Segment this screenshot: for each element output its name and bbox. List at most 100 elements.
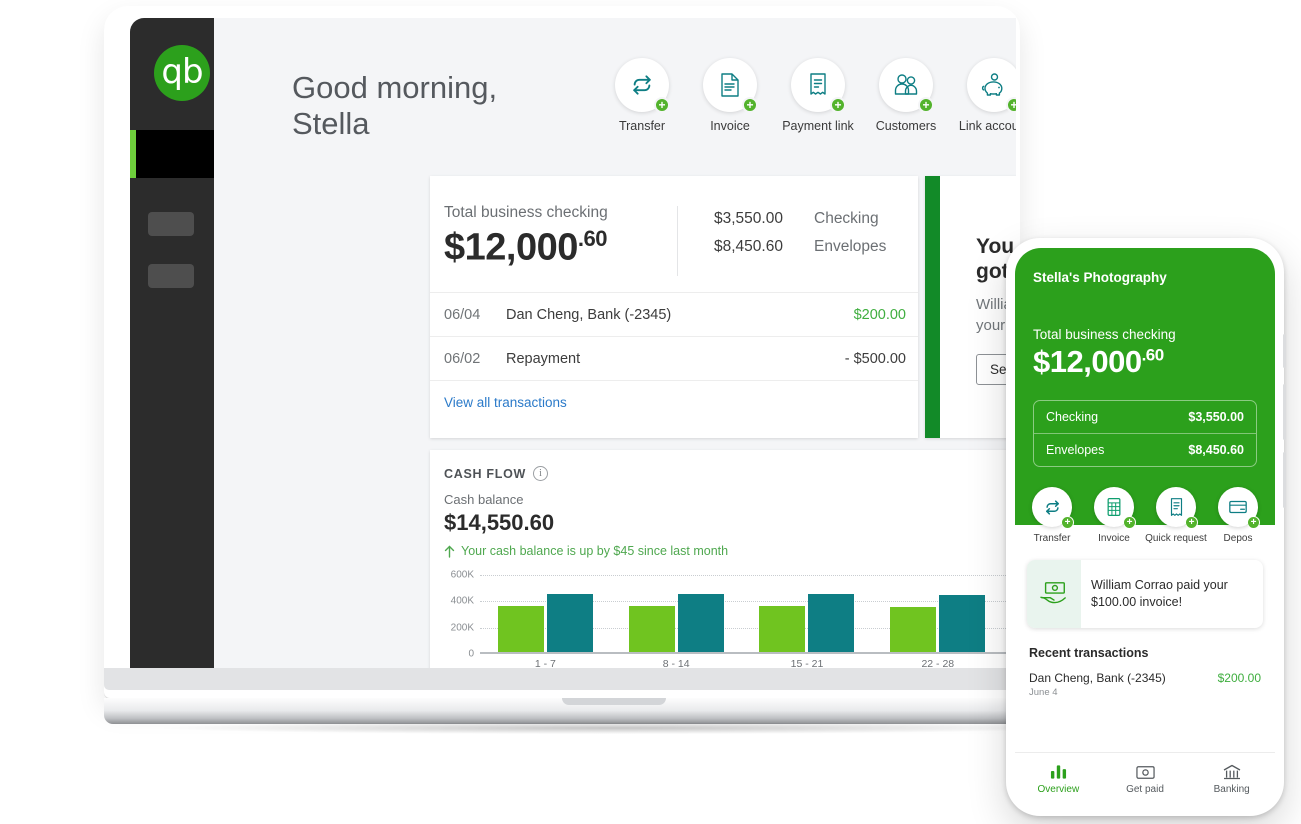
breakdown-row: $8,450.60 Envelopes bbox=[714, 238, 886, 256]
balance-total: Total business checking $12,000.60 bbox=[430, 176, 677, 292]
breakdown-row: Checking $3,550.00 bbox=[1034, 401, 1256, 434]
money-icon bbox=[1136, 765, 1155, 780]
laptop-device: qb Good morning, Stella bbox=[104, 6, 1020, 698]
app-sidebar: qb bbox=[130, 18, 214, 668]
recent-transactions-title: Recent transactions bbox=[1029, 646, 1261, 660]
chart-bar bbox=[547, 594, 593, 652]
quick-action-label: Link account bbox=[959, 119, 1016, 133]
nav-label: Overview bbox=[1037, 784, 1079, 795]
quick-actions-bar: + Transfer + Invoice bbox=[612, 58, 1016, 133]
table-row[interactable]: 06/04 Dan Cheng, Bank (-2345) $200.00 bbox=[430, 292, 918, 336]
sidebar-item-placeholder-2[interactable] bbox=[148, 264, 194, 288]
breakdown-label: Checking bbox=[814, 210, 879, 228]
quick-action-label: Invoice bbox=[710, 119, 750, 133]
quickbooks-logo-text: qb bbox=[161, 55, 202, 89]
chart-x-tick: 22 - 28 bbox=[872, 658, 1003, 668]
breakdown-value: $8,450.60 bbox=[714, 238, 802, 256]
phone-balance-label: Total business checking bbox=[1033, 327, 1257, 342]
money-in-hand-icon bbox=[1027, 560, 1081, 628]
transaction-amount: $200.00 bbox=[1218, 671, 1261, 685]
greeting-line-1: Good morning, bbox=[292, 70, 497, 106]
breakdown-value: $3,550.00 bbox=[714, 210, 802, 228]
phone-side-button-volume-down[interactable] bbox=[1283, 452, 1286, 508]
invoice-icon: + bbox=[703, 58, 757, 112]
chart-x-labels: 1 - 78 - 1415 - 2122 - 2829 - 31 bbox=[480, 658, 1016, 668]
info-icon[interactable]: i bbox=[533, 466, 548, 481]
add-badge-icon: + bbox=[918, 97, 934, 113]
got-paid-notice-card: You just got paid! William Corrao paid y… bbox=[925, 176, 1016, 438]
chart-y-tick: 600K bbox=[451, 569, 474, 580]
notification-line-1: William Corrao paid your bbox=[1091, 577, 1253, 594]
chart-y-tick: 200K bbox=[451, 622, 474, 633]
nav-item-banking[interactable]: Banking bbox=[1188, 753, 1275, 806]
phone-action-invoice[interactable]: + Invoice bbox=[1083, 487, 1145, 544]
cash-balance-amount: $14,550.60 bbox=[444, 510, 1016, 536]
transaction-date: June 4 bbox=[1029, 687, 1261, 698]
view-all-transactions-link[interactable]: View all transactions bbox=[444, 395, 567, 410]
quick-action-invoice[interactable]: + Invoice bbox=[700, 58, 760, 133]
transaction-description: Dan Cheng, Bank (-2345) bbox=[506, 307, 854, 323]
trend-text: Your cash balance is up by $45 since las… bbox=[461, 544, 728, 558]
quick-action-payment-link[interactable]: + Payment link bbox=[788, 58, 848, 133]
chart-bars bbox=[480, 568, 1016, 652]
laptop-base bbox=[104, 698, 1124, 724]
business-name: Stella's Photography bbox=[1033, 270, 1257, 285]
transaction-amount: $200.00 bbox=[854, 307, 906, 323]
chart-bar bbox=[678, 594, 724, 652]
chart-x-tick: 8 - 14 bbox=[611, 658, 742, 668]
phone-side-button-volume-up[interactable] bbox=[1283, 384, 1286, 440]
quickbooks-logo-icon: qb bbox=[154, 45, 210, 101]
app-main: Good morning, Stella + Transfer bbox=[214, 18, 1016, 668]
phone-recent-transactions: Recent transactions Dan Cheng, Bank (-23… bbox=[1029, 646, 1261, 698]
nav-item-get-paid[interactable]: Get paid bbox=[1102, 753, 1189, 806]
quick-action-link-account[interactable]: + Link account bbox=[964, 58, 1016, 133]
cash-flow-chart: 600K400K200K0 1 - 78 - 1415 - 2122 - 282… bbox=[444, 568, 1016, 668]
page-title: Good morning, Stella bbox=[292, 70, 497, 142]
nav-item-overview[interactable]: Overview bbox=[1015, 753, 1102, 806]
laptop-screen: qb Good morning, Stella bbox=[130, 18, 1016, 668]
chart-bar bbox=[939, 595, 985, 652]
chart-bar bbox=[629, 606, 675, 652]
phone-amount-cents: .60 bbox=[1142, 346, 1164, 365]
cash-balance-trend: Your cash balance is up by $45 since las… bbox=[444, 544, 1016, 558]
customers-icon: + bbox=[879, 58, 933, 112]
add-badge-icon: + bbox=[742, 97, 758, 113]
transaction-description: Dan Cheng, Bank (-2345) bbox=[1029, 671, 1166, 685]
phone-side-button-mute[interactable] bbox=[1283, 334, 1286, 368]
add-badge-icon: + bbox=[1247, 516, 1260, 529]
phone-action-transfer[interactable]: + Transfer bbox=[1021, 487, 1083, 544]
sidebar-item-active[interactable] bbox=[130, 130, 214, 178]
phone-notification-text: William Corrao paid your $100.00 invoice… bbox=[1081, 577, 1263, 611]
chart-bar bbox=[759, 606, 805, 652]
chart-y-tick: 400K bbox=[451, 596, 474, 607]
add-badge-icon: + bbox=[830, 97, 846, 113]
cash-flow-header: CASH FLOW i bbox=[444, 466, 1016, 481]
nav-label: Banking bbox=[1214, 784, 1250, 795]
transfer-icon: + bbox=[615, 58, 669, 112]
list-item[interactable]: Dan Cheng, Bank (-2345) $200.00 bbox=[1029, 671, 1261, 685]
phone-action-label: Transfer bbox=[1034, 533, 1071, 544]
phone-action-quick-request[interactable]: + Quick request bbox=[1145, 487, 1207, 544]
chart-y-axis: 600K400K200K0 bbox=[444, 568, 478, 654]
quick-request-icon: + bbox=[1156, 487, 1196, 527]
table-row[interactable]: 06/02 Repayment - $500.00 bbox=[430, 336, 918, 380]
quick-action-label: Transfer bbox=[619, 119, 665, 133]
laptop-base-notch bbox=[562, 698, 666, 705]
deposit-icon: + bbox=[1218, 487, 1258, 527]
phone-notification-card[interactable]: William Corrao paid your $100.00 invoice… bbox=[1027, 560, 1263, 628]
add-badge-icon: + bbox=[1185, 516, 1198, 529]
transfer-icon: + bbox=[1032, 487, 1072, 527]
notification-line-2: $100.00 invoice! bbox=[1091, 594, 1253, 611]
chart-bar bbox=[890, 607, 936, 652]
nav-label: Get paid bbox=[1126, 784, 1164, 795]
chart-bar-group bbox=[480, 568, 611, 652]
phone-amount-main: $12,000 bbox=[1033, 344, 1142, 379]
chart-bar-group bbox=[611, 568, 742, 652]
quick-action-transfer[interactable]: + Transfer bbox=[612, 58, 672, 133]
phone-screen: Stella's Photography Total business chec… bbox=[1015, 248, 1275, 806]
phone-action-deposit[interactable]: + Depos bbox=[1207, 487, 1269, 544]
sidebar-item-placeholder-1[interactable] bbox=[148, 212, 194, 236]
bank-icon bbox=[1223, 764, 1241, 780]
quick-action-customers[interactable]: + Customers bbox=[876, 58, 936, 133]
notice-body: You just got paid! William Corrao paid y… bbox=[940, 176, 1016, 438]
